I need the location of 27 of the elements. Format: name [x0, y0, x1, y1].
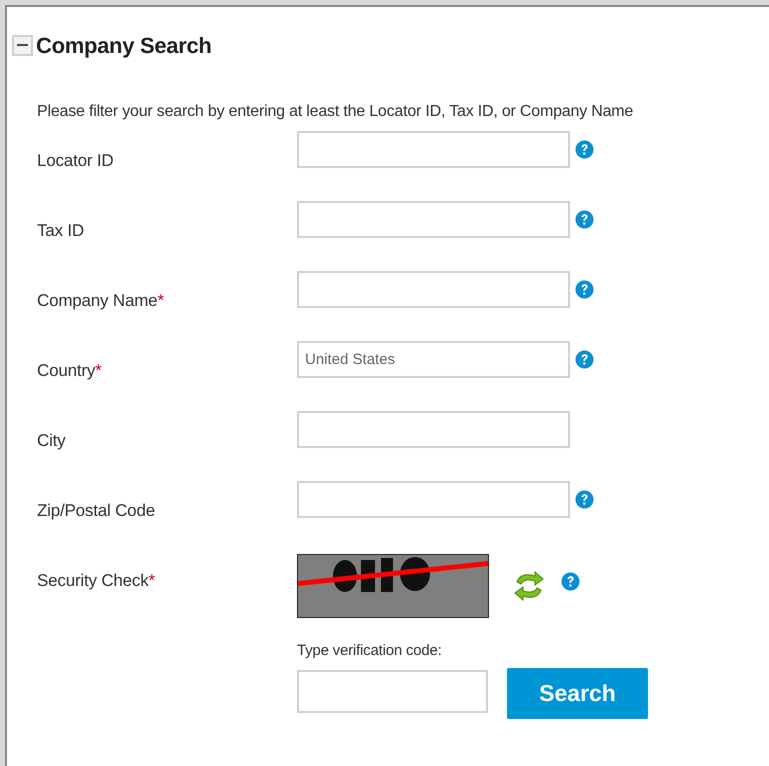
collapse-toggle[interactable]	[12, 35, 33, 56]
minus-icon	[17, 44, 28, 47]
refresh-icon[interactable]	[513, 571, 545, 601]
help-icon[interactable]	[575, 210, 594, 229]
input-field[interactable]	[297, 481, 570, 518]
input-field[interactable]	[297, 131, 570, 168]
input-field[interactable]	[297, 670, 488, 712]
input-field[interactable]: United States	[297, 341, 570, 378]
instruction-text: Please filter your search by entering at least the Locator ID, Tax ID, or Company Name	[37, 102, 634, 122]
field-label: Tax ID	[37, 221, 84, 240]
help-icon[interactable]	[575, 490, 594, 509]
input-field[interactable]	[297, 411, 570, 448]
help-icon[interactable]	[561, 572, 580, 590]
input-field[interactable]	[297, 271, 570, 308]
help-icon[interactable]	[575, 350, 594, 369]
help-icon[interactable]	[575, 280, 594, 299]
field-label: Locator ID	[37, 151, 114, 170]
field-label: Company Name*	[37, 291, 164, 310]
field-label: City	[37, 431, 66, 450]
field-label: Zip/Postal Code	[37, 501, 155, 520]
search-button[interactable]: Search	[507, 668, 648, 718]
field-label: Security Check*	[37, 571, 155, 590]
field-label: Type verification code:	[297, 641, 442, 661]
help-icon[interactable]	[575, 140, 594, 159]
input-field[interactable]	[297, 201, 570, 238]
panel-title: Company Search	[36, 32, 212, 60]
field-label: Country*	[37, 361, 102, 380]
